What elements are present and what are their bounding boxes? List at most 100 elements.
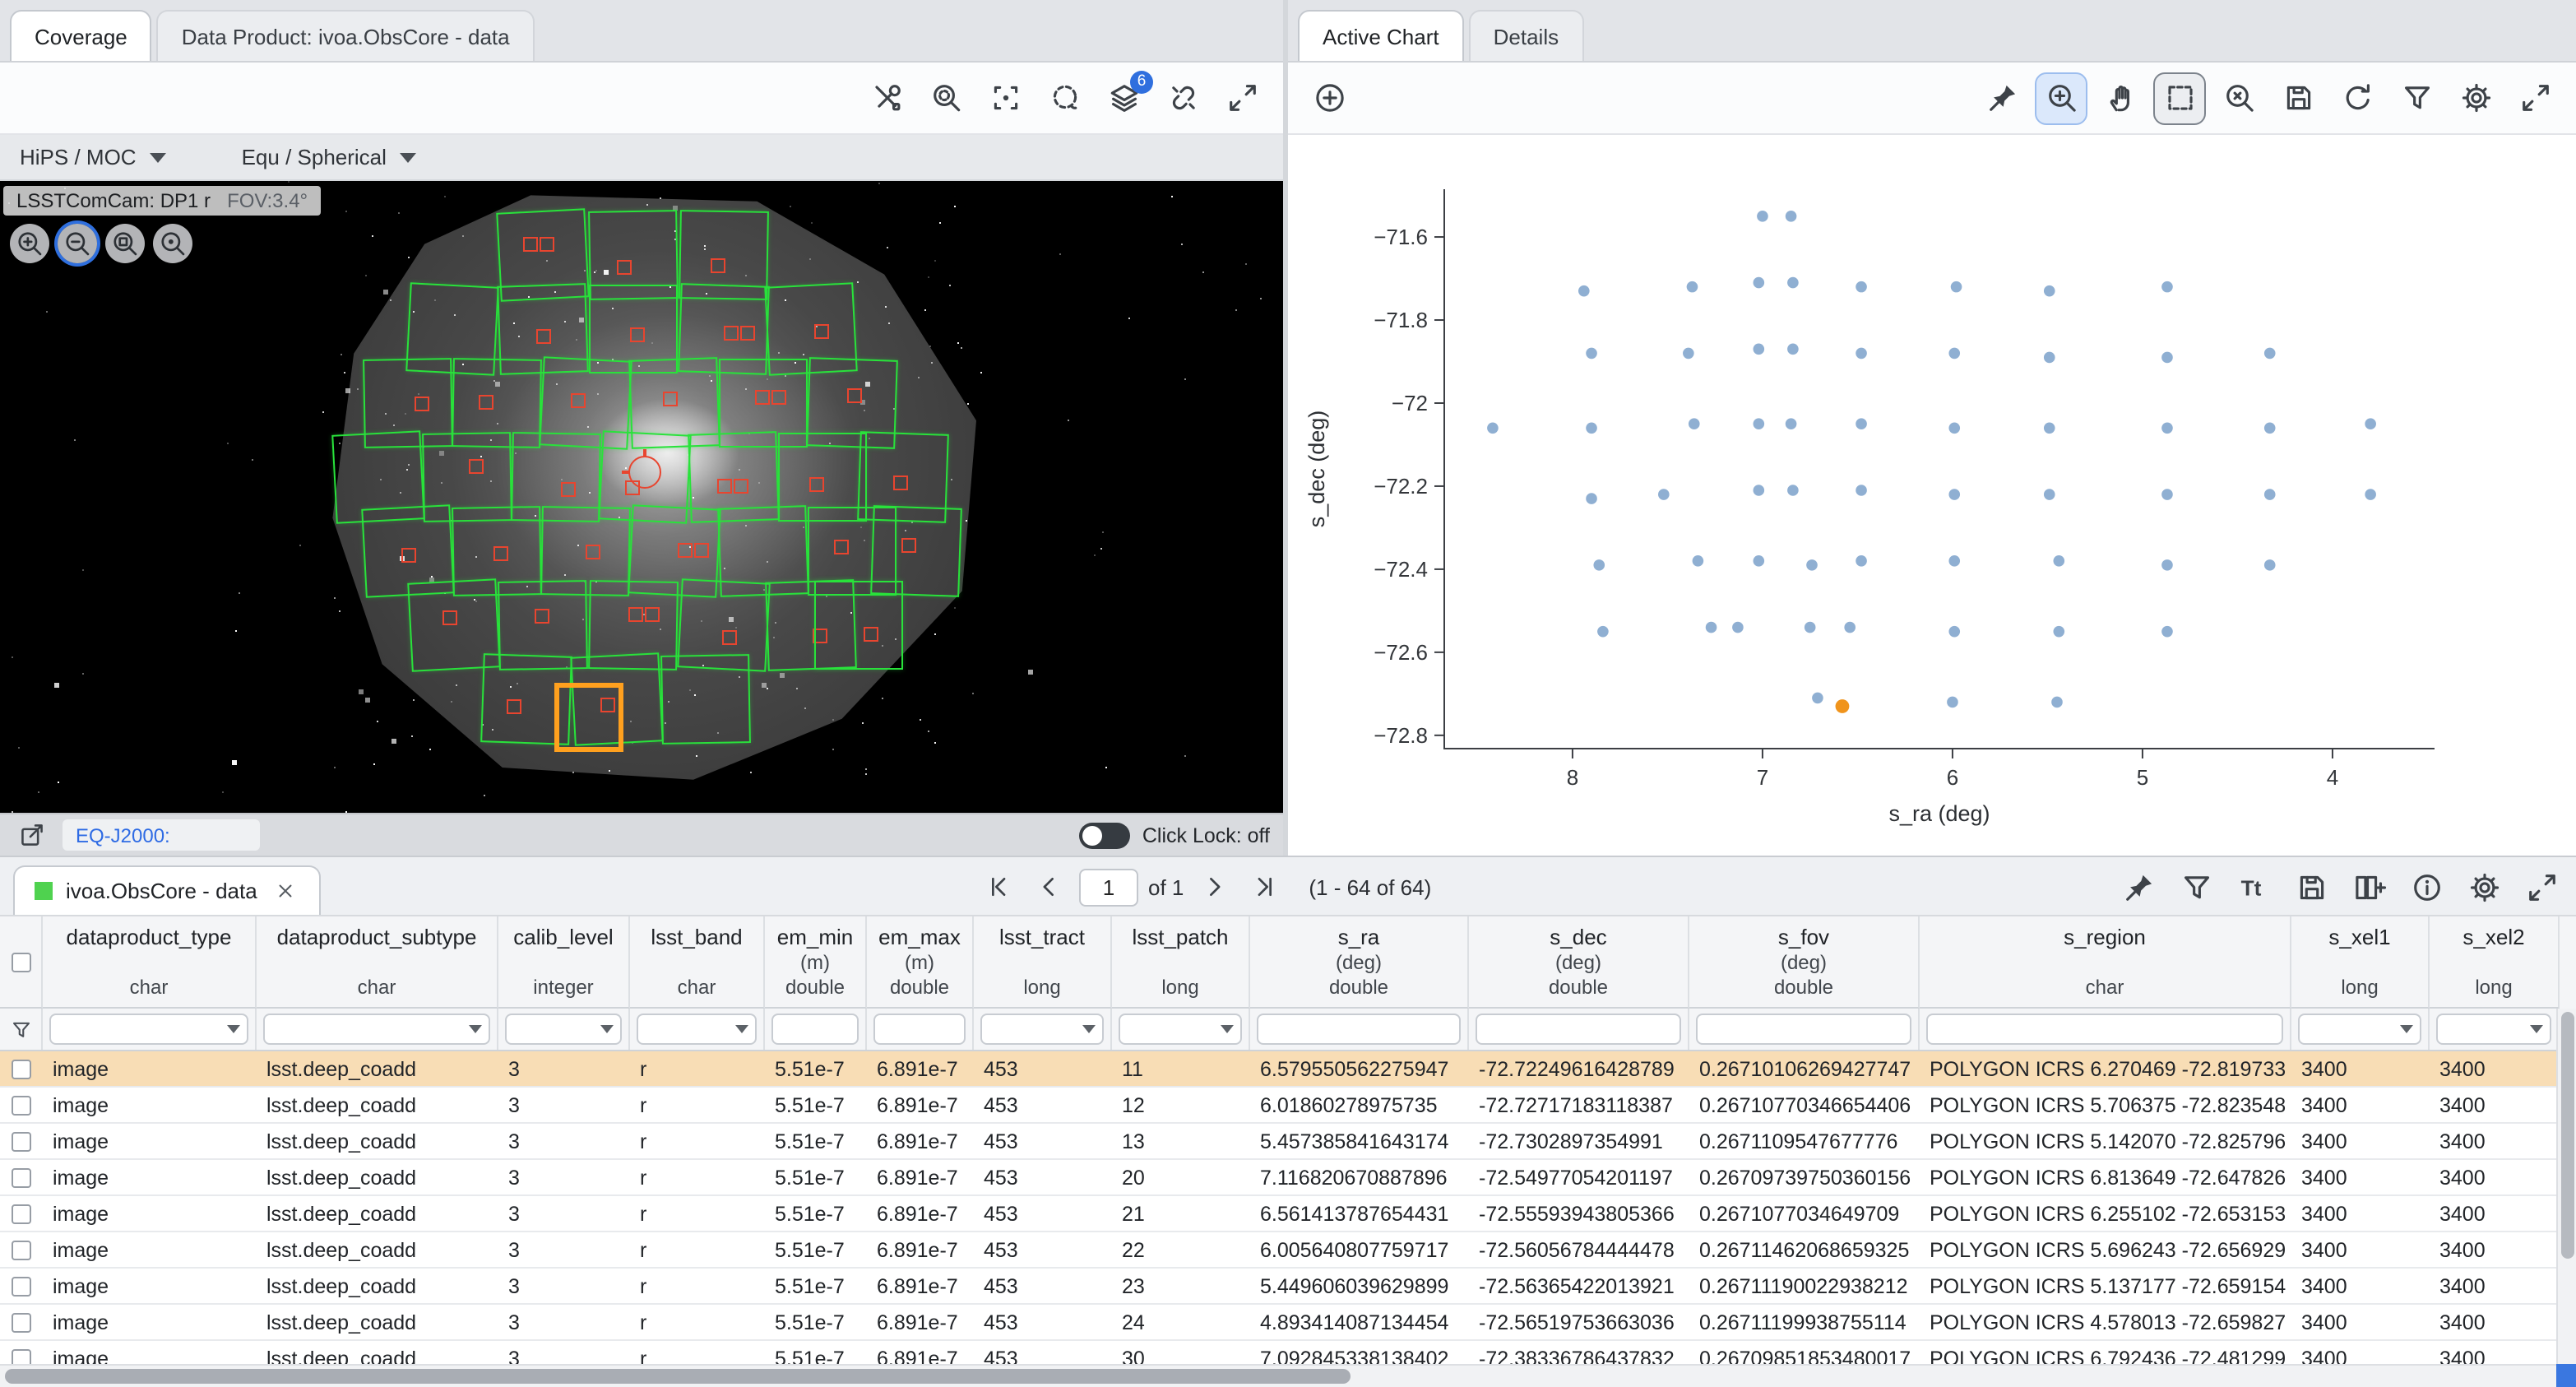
table-row[interactable]: imagelsst.deep_coadd3r5.51e-76.891e-7453… bbox=[0, 1269, 2576, 1305]
column-header-s_fov[interactable]: s_fov(deg)double bbox=[1689, 916, 1920, 1009]
first-page-icon[interactable] bbox=[980, 867, 1020, 907]
filter-icon[interactable] bbox=[2392, 73, 2441, 123]
zoom-out-icon[interactable] bbox=[58, 224, 97, 263]
table-row[interactable]: imagelsst.deep_coadd3r5.51e-76.891e-7453… bbox=[0, 1196, 2576, 1232]
filter-funnel-icon[interactable] bbox=[0, 1009, 43, 1050]
tools-icon[interactable] bbox=[862, 73, 911, 123]
sky-image-canvas[interactable]: LSSTComCam: DP1 r FOV:3.4° bbox=[0, 181, 1283, 813]
zoom-fit-icon[interactable] bbox=[105, 224, 145, 263]
filter-input-s_dec[interactable] bbox=[1476, 1014, 1681, 1045]
rect-select-icon[interactable] bbox=[2155, 73, 2204, 123]
open-external-icon[interactable] bbox=[13, 817, 49, 853]
resize-grip[interactable] bbox=[2556, 1364, 2576, 1387]
text-view-icon[interactable]: Tt bbox=[2229, 862, 2278, 912]
column-header-dataproduct_type[interactable]: dataproduct_type char bbox=[43, 916, 257, 1009]
pin-icon[interactable] bbox=[2114, 862, 2163, 912]
filter-input-s_ra[interactable] bbox=[1257, 1014, 1461, 1045]
scatter-chart[interactable]: 87654−71.6−71.8−72−72.2−72.4−72.6−72.8s_… bbox=[1288, 135, 2576, 856]
column-header-em_min[interactable]: em_min(m)double bbox=[765, 916, 867, 1009]
zoom-in-icon[interactable] bbox=[10, 224, 49, 263]
column-header-s_ra[interactable]: s_ra(deg)double bbox=[1250, 916, 1469, 1009]
vertical-scrollbar[interactable] bbox=[2556, 1009, 2576, 1364]
column-header-lsst_patch[interactable]: lsst_patch long bbox=[1112, 916, 1250, 1009]
filter-select-s_xel2[interactable] bbox=[2436, 1014, 2551, 1045]
filter-select-lsst_band[interactable] bbox=[637, 1014, 757, 1045]
filter-input-s_fov[interactable] bbox=[1696, 1014, 1911, 1045]
filter-select-dataproduct_subtype[interactable] bbox=[263, 1014, 490, 1045]
column-header-s_xel1[interactable]: s_xel1 long bbox=[2291, 916, 2430, 1009]
row-checkbox[interactable] bbox=[0, 1204, 43, 1223]
select-all-checkbox[interactable] bbox=[0, 916, 43, 1009]
layers-icon[interactable]: 6 bbox=[1099, 73, 1148, 123]
column-header-s_xel2[interactable]: s_xel2 long bbox=[2430, 916, 2560, 1009]
table-title-tab[interactable]: ivoa.ObsCore - data bbox=[13, 865, 322, 915]
expand-icon[interactable] bbox=[1217, 73, 1267, 123]
row-checkbox[interactable] bbox=[0, 1276, 43, 1296]
table-row[interactable]: imagelsst.deep_coadd3r5.51e-76.891e-7453… bbox=[0, 1305, 2576, 1341]
table-row[interactable]: imagelsst.deep_coadd3r5.51e-76.891e-7453… bbox=[0, 1232, 2576, 1269]
column-type: double bbox=[1693, 976, 1915, 1000]
table-row[interactable]: imagelsst.deep_coadd3r5.51e-76.891e-7453… bbox=[0, 1124, 2576, 1160]
table-row[interactable]: imagelsst.deep_coadd3r5.51e-76.891e-7453… bbox=[0, 1051, 2576, 1088]
zoom-x-icon[interactable] bbox=[2214, 73, 2263, 123]
row-checkbox[interactable] bbox=[0, 1059, 43, 1079]
column-header-lsst_tract[interactable]: lsst_tract long bbox=[974, 916, 1112, 1009]
click-lock-toggle[interactable] bbox=[1080, 822, 1131, 848]
filter-select-lsst_patch[interactable] bbox=[1119, 1014, 1242, 1045]
save-icon[interactable] bbox=[2273, 73, 2323, 123]
column-header-lsst_band[interactable]: lsst_band char bbox=[630, 916, 765, 1009]
row-checkbox[interactable] bbox=[0, 1240, 43, 1259]
tab-details[interactable]: Details bbox=[1469, 10, 1584, 61]
zoom-in-icon[interactable] bbox=[2036, 73, 2086, 123]
filter-select-calib_level[interactable] bbox=[505, 1014, 622, 1045]
info-icon[interactable] bbox=[2402, 862, 2451, 912]
pan-hand-icon[interactable] bbox=[2096, 73, 2145, 123]
region-search-icon[interactable] bbox=[921, 73, 971, 123]
filter-input-s_region[interactable] bbox=[1926, 1014, 2283, 1045]
column-header-s_dec[interactable]: s_dec(deg)double bbox=[1469, 916, 1689, 1009]
column-header-em_max[interactable]: em_max(m)double bbox=[867, 916, 974, 1009]
last-page-icon[interactable] bbox=[1243, 867, 1282, 907]
tab-data-product-ivoa-obscore-data[interactable]: Data Product: ivoa.ObsCore - data bbox=[157, 10, 535, 61]
row-checkbox[interactable] bbox=[0, 1312, 43, 1332]
filter-select-s_xel1[interactable] bbox=[2298, 1014, 2421, 1045]
row-checkbox[interactable] bbox=[0, 1131, 43, 1151]
detection-marker bbox=[645, 607, 660, 622]
filter-icon[interactable] bbox=[2171, 862, 2221, 912]
prev-page-icon[interactable] bbox=[1030, 867, 1069, 907]
gear-icon[interactable] bbox=[2459, 862, 2509, 912]
rotate-icon[interactable] bbox=[2333, 73, 2382, 123]
column-type: long bbox=[977, 976, 1107, 1000]
tab-coverage[interactable]: Coverage bbox=[10, 10, 152, 61]
expand-icon[interactable] bbox=[2517, 862, 2566, 912]
expand-icon[interactable] bbox=[2510, 73, 2560, 123]
column-header-dataproduct_subtype[interactable]: dataproduct_subtype char bbox=[257, 916, 498, 1009]
add-column-icon[interactable] bbox=[2344, 862, 2393, 912]
filter-input-em_max[interactable] bbox=[873, 1014, 966, 1045]
filter-input-em_min[interactable] bbox=[771, 1014, 859, 1045]
save-icon[interactable] bbox=[2286, 862, 2336, 912]
add-chart-icon[interactable] bbox=[1304, 73, 1354, 123]
column-unit: (m) bbox=[870, 951, 969, 976]
recenter-icon[interactable] bbox=[980, 73, 1030, 123]
coord-system-dropdown[interactable]: Equ / Spherical bbox=[242, 145, 416, 169]
table-row[interactable]: imagelsst.deep_coadd3r5.51e-76.891e-7453… bbox=[0, 1088, 2576, 1124]
column-header-calib_level[interactable]: calib_level integer bbox=[498, 916, 630, 1009]
pin-icon[interactable] bbox=[1977, 73, 2027, 123]
row-checkbox[interactable] bbox=[0, 1095, 43, 1115]
gear-icon[interactable] bbox=[2451, 73, 2500, 123]
hips-moc-dropdown[interactable]: HiPS / MOC bbox=[20, 145, 166, 169]
row-checkbox[interactable] bbox=[0, 1167, 43, 1187]
column-header-s_region[interactable]: s_region char bbox=[1920, 916, 2291, 1009]
lasso-icon[interactable] bbox=[1040, 73, 1089, 123]
filter-select-lsst_tract[interactable] bbox=[980, 1014, 1104, 1045]
close-icon[interactable] bbox=[271, 876, 300, 906]
next-page-icon[interactable] bbox=[1193, 867, 1233, 907]
tab-active-chart[interactable]: Active Chart bbox=[1298, 10, 1464, 61]
filter-select-dataproduct_type[interactable] bbox=[49, 1014, 248, 1045]
zoom-fill-icon[interactable] bbox=[153, 224, 192, 263]
unlink-icon[interactable] bbox=[1158, 73, 1207, 123]
horizontal-scrollbar[interactable] bbox=[0, 1364, 2556, 1387]
page-number-input[interactable] bbox=[1079, 868, 1138, 906]
table-row[interactable]: imagelsst.deep_coadd3r5.51e-76.891e-7453… bbox=[0, 1160, 2576, 1196]
